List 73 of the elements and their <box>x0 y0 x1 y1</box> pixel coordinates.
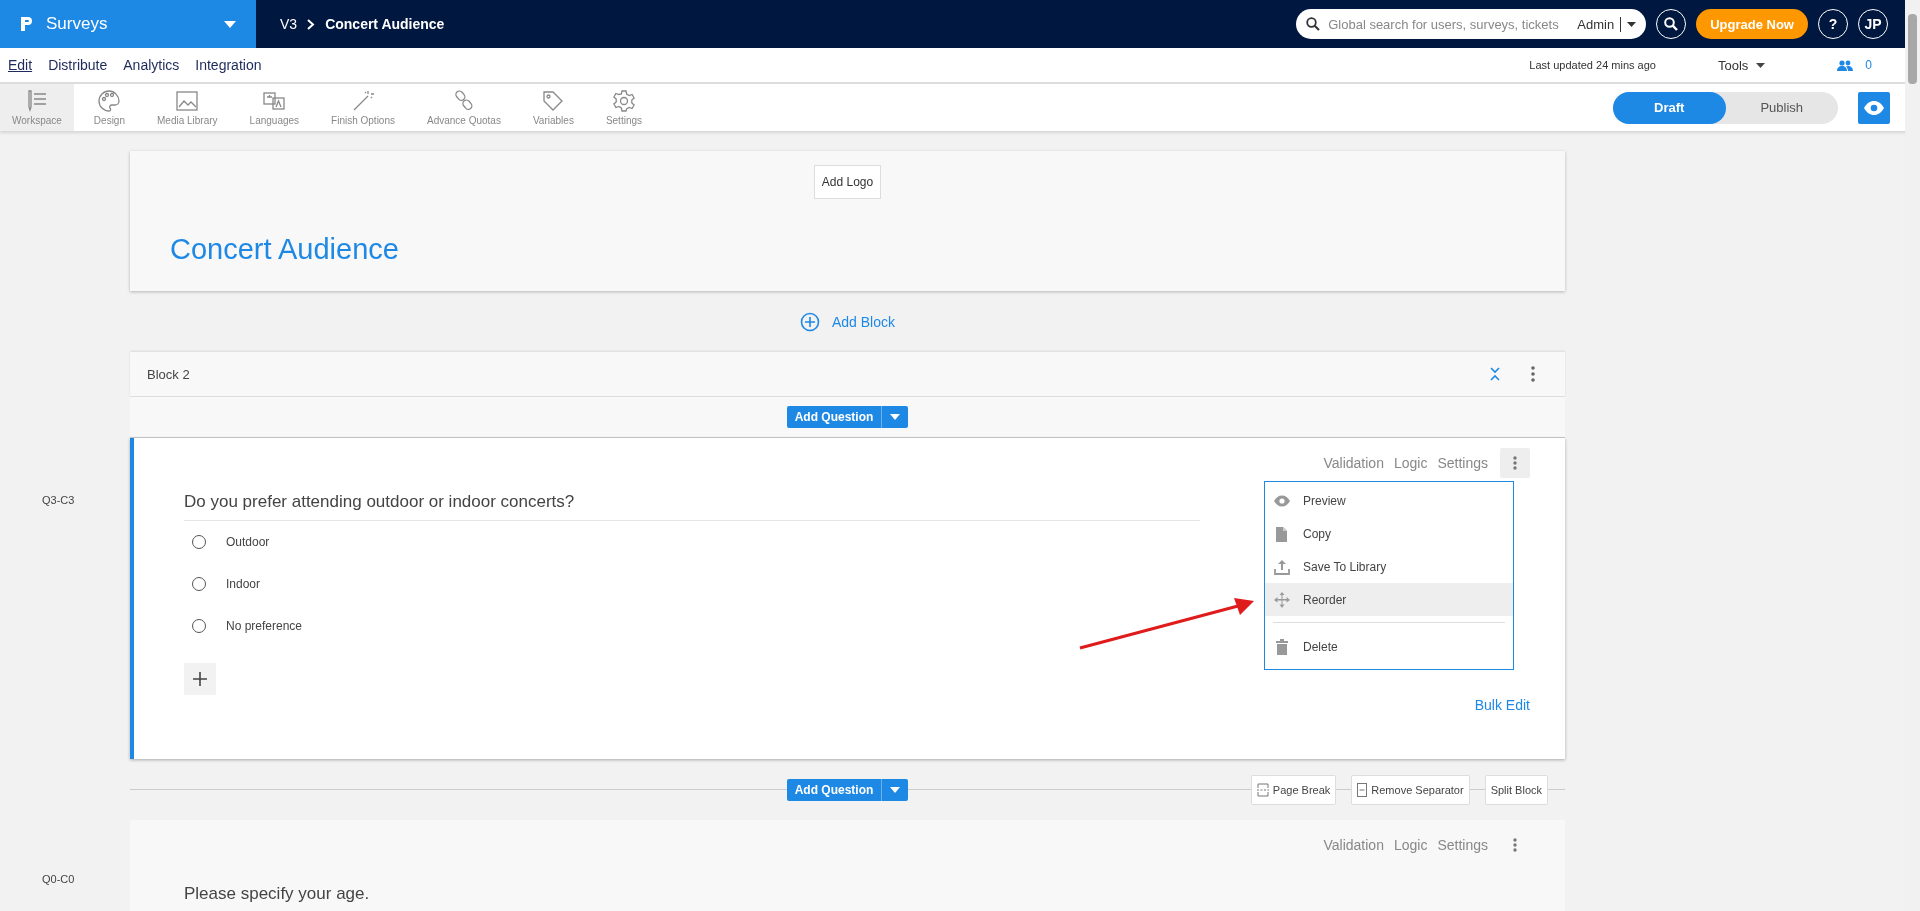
image-icon <box>175 89 200 113</box>
separator-button[interactable]: Split Block <box>1484 775 1548 805</box>
mode-option[interactable]: Draft <box>1613 91 1726 124</box>
palette-icon <box>97 89 122 113</box>
bulk-edit-link[interactable]: Bulk Edit <box>1474 697 1530 713</box>
survey-name: Concert Audience <box>325 16 445 32</box>
last-updated: Last updated 24 mins ago <box>1529 59 1656 71</box>
magic-wand-icon <box>351 89 376 113</box>
add-option-button[interactable] <box>184 663 216 695</box>
toolbar-tab[interactable]: Variables <box>520 84 586 131</box>
menu-item[interactable]: Save To Library <box>1265 550 1513 583</box>
caret-icon[interactable] <box>1627 21 1637 27</box>
tools-dropdown[interactable]: Tools <box>1711 56 1772 74</box>
add-question-button[interactable]: Add Question <box>786 778 909 801</box>
menu-tab[interactable]: Analytics <box>123 57 180 73</box>
menu-tab[interactable]: Distribute <box>48 57 108 73</box>
option-label[interactable]: Indoor <box>226 577 261 591</box>
kebab-icon <box>1513 456 1517 470</box>
question-text[interactable]: Please specify your age. <box>184 870 1200 911</box>
preview-button[interactable] <box>1858 91 1890 124</box>
search-scope[interactable]: Admin <box>1577 16 1622 32</box>
menu-item[interactable]: Delete <box>1265 616 1513 663</box>
more-button[interactable] <box>1500 448 1530 478</box>
gear-icon <box>611 89 636 113</box>
search-icon <box>1664 17 1679 31</box>
question-code: Q3-C3 <box>42 494 75 506</box>
collaborator-count: 0 <box>1865 58 1872 72</box>
toolbar-tab[interactable]: Finish Options <box>319 84 407 131</box>
eye-icon <box>1864 100 1884 115</box>
kebab-icon[interactable] <box>1531 366 1535 382</box>
minus-box-icon <box>1357 783 1368 797</box>
question-action-link[interactable]: Logic <box>1393 837 1428 853</box>
menu-tab[interactable]: Edit <box>8 57 33 73</box>
caret-icon <box>224 20 236 28</box>
move-arrows-icon <box>1273 590 1291 609</box>
collapse-icon[interactable] <box>1489 367 1501 381</box>
chevron-icon <box>307 18 316 30</box>
mode-option[interactable]: Publish <box>1725 91 1838 124</box>
add-question-button[interactable]: Add Question <box>786 406 909 428</box>
toolbar-tab[interactable]: Advance Quotas <box>415 84 513 131</box>
block-title: Block 2 <box>147 366 190 382</box>
upload-icon <box>1273 557 1291 576</box>
question-action-link[interactable]: Validation <box>1323 455 1384 471</box>
toolbar-tab[interactable]: Languages <box>237 84 312 131</box>
toolbar-tab[interactable]: Settings <box>593 84 655 131</box>
add-logo-button[interactable]: Add Logo <box>813 165 882 199</box>
menu-item[interactable]: Reorder <box>1265 583 1513 616</box>
question-text[interactable]: Do you prefer attending outdoor or indoor concerts? <box>184 478 1200 521</box>
people-icon[interactable] <box>1837 59 1854 71</box>
separator-button[interactable]: Page Break <box>1250 775 1337 805</box>
question-code: Q0-C0 <box>42 873 75 885</box>
menu-item[interactable]: Copy <box>1265 517 1513 550</box>
logo-icon <box>20 16 34 32</box>
option-label[interactable]: Outdoor <box>226 535 270 549</box>
option-label[interactable]: No preference <box>226 619 303 633</box>
translate-icon <box>262 89 287 113</box>
toolbar-tab[interactable]: Design <box>81 84 137 131</box>
question-action-link[interactable]: Logic <box>1393 455 1428 471</box>
question-action-link[interactable]: Settings <box>1437 455 1488 471</box>
menu-item[interactable]: Preview <box>1265 484 1513 517</box>
plus-icon <box>193 672 207 686</box>
toolbar-tab[interactable]: Media Library <box>145 84 230 131</box>
search-icon <box>1306 17 1321 31</box>
separator-button[interactable]: Remove Separator <box>1351 775 1470 805</box>
breadcrumb-version[interactable]: V3 <box>280 16 298 32</box>
page-break-icon <box>1256 783 1269 797</box>
kebab-icon <box>1513 838 1517 852</box>
trash-icon <box>1273 637 1291 656</box>
caret-icon <box>1756 62 1766 68</box>
menu-tab[interactable]: Integration <box>195 57 262 73</box>
app-switcher[interactable]: Surveys <box>0 0 256 48</box>
search-field[interactable]: Global search for users, surveys, tickets Admin <box>1296 9 1647 39</box>
plus-circle-icon <box>799 311 820 332</box>
